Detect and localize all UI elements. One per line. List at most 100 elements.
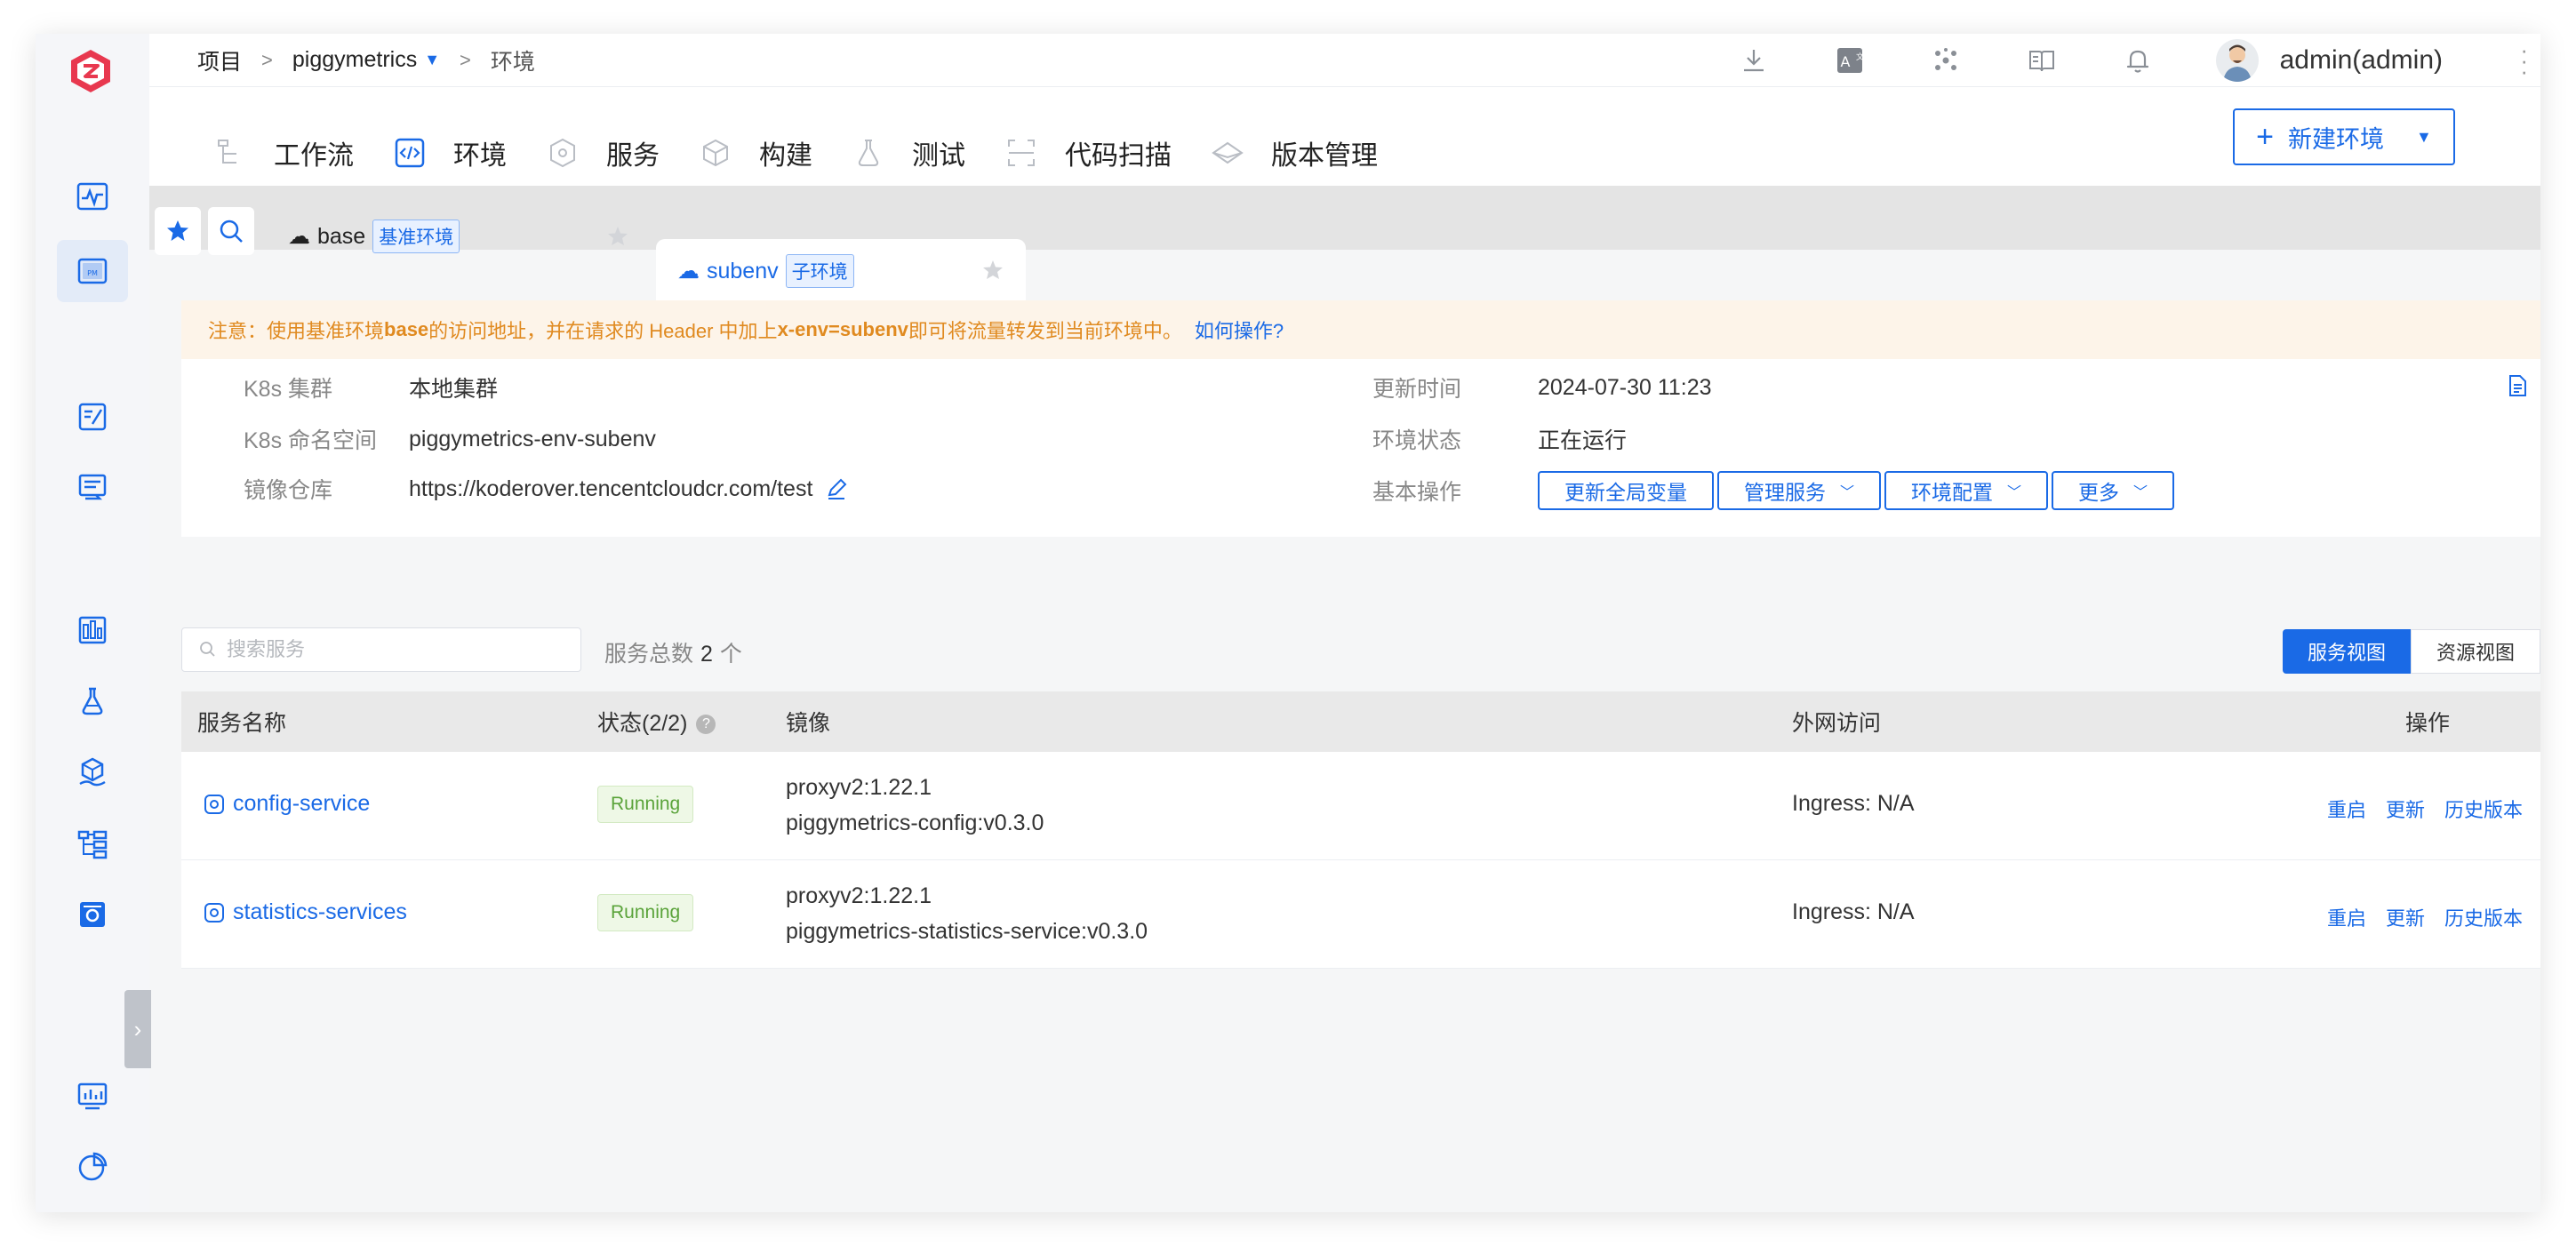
tab-label: 版本管理 xyxy=(1271,141,1378,171)
more-button[interactable]: 更多 ﹀ xyxy=(2052,471,2175,510)
avatar[interactable] xyxy=(2215,39,2259,82)
plugins-button[interactable] xyxy=(1928,43,1964,78)
plan-icon xyxy=(78,474,107,500)
image-cell: proxyv2:1.22.1 piggymetrics-config:v0.3.… xyxy=(786,770,1044,841)
scan-icon xyxy=(1008,140,1035,166)
service-name-link[interactable]: statistics-services xyxy=(203,899,407,925)
restart-link[interactable]: 重启 xyxy=(2327,795,2366,823)
more-vertical-icon[interactable]: · · · xyxy=(2520,38,2528,83)
env-config-button[interactable]: 环境配置 ﹀ xyxy=(1884,471,2049,510)
service-count: 服务总数 2 个 xyxy=(604,636,742,668)
history-link[interactable]: 历史版本 xyxy=(2444,795,2523,823)
service-search-input[interactable] xyxy=(227,638,564,661)
tree-icon xyxy=(77,830,108,859)
how-to-link[interactable]: 如何操作? xyxy=(1195,315,1284,344)
image-line: proxyv2:1.22.1 xyxy=(786,883,932,908)
service-count-number: 2 xyxy=(700,642,713,667)
help-icon[interactable]: ? xyxy=(696,715,716,735)
username[interactable]: admin(admin) xyxy=(2280,45,2443,76)
service-icon xyxy=(204,794,224,814)
breadcrumb-project[interactable]: 项目 xyxy=(197,44,242,76)
history-link[interactable]: 历史版本 xyxy=(2444,903,2523,931)
env-search-button[interactable] xyxy=(208,207,254,255)
notification-button[interactable] xyxy=(2120,43,2156,78)
sidebar-expand-handle[interactable]: › xyxy=(124,990,151,1068)
settings-box-icon xyxy=(80,902,105,927)
build-icon xyxy=(703,139,728,167)
update-global-vars-button[interactable]: 更新全局变量 xyxy=(1538,471,1714,510)
service-name-link[interactable]: config-service xyxy=(203,791,370,817)
image-line: piggymetrics-config:v0.3.0 xyxy=(786,811,1044,835)
language-button[interactable]: A文 xyxy=(1832,43,1868,78)
svg-text:A: A xyxy=(1840,53,1850,70)
notice-suffix: 即可将流量转发到当前环境中。 xyxy=(908,320,1182,342)
restart-link[interactable]: 重启 xyxy=(2327,903,2366,931)
traffic-notice: 注意：使用基准环境 base 的访问地址，并在请求的 Header 中加上 x-… xyxy=(181,300,2540,359)
tab-label: 服务 xyxy=(606,141,660,171)
service-view-button[interactable]: 服务视图 xyxy=(2282,629,2411,674)
new-environment-button[interactable]: + 新建环境 ▼ xyxy=(2233,108,2455,165)
manage-services-button[interactable]: 管理服务 ﹀ xyxy=(1717,471,1882,510)
breadcrumb-current: 环境 xyxy=(490,49,535,75)
sidebar-item-delivery[interactable] xyxy=(57,741,128,803)
op-label: 管理服务 xyxy=(1744,481,1826,504)
header-status: 状态(2/2)? xyxy=(597,706,716,738)
star-icon[interactable] xyxy=(981,259,1004,282)
sidebar-item-resources[interactable] xyxy=(57,812,128,875)
env-tab-base[interactable]: ☁ base 基准环境 xyxy=(267,205,651,268)
star-filled-icon xyxy=(167,220,188,241)
info-label: 更新时间 xyxy=(1372,377,1462,402)
sidebar-item-artifacts[interactable] xyxy=(57,599,128,661)
grid-list-icon xyxy=(78,616,107,644)
update-link[interactable]: 更新 xyxy=(2386,903,2425,931)
info-registry: 镜像仓库 https://koderover.tencentcloudcr.co… xyxy=(244,469,848,508)
sidebar-item-projects[interactable]: PM xyxy=(57,240,128,302)
docs-button[interactable] xyxy=(2024,43,2060,78)
bell-icon xyxy=(2126,50,2148,73)
header-image: 镜像 xyxy=(786,711,831,736)
sidebar-item-statistics[interactable] xyxy=(57,1136,128,1198)
plus-icon: + xyxy=(2256,119,2275,154)
environment-tab-strip: ☁ base 基准环境 ☁ subenv 子环境 xyxy=(149,186,2540,303)
chevron-down-icon: ﹀ xyxy=(1840,485,1855,500)
search-icon xyxy=(220,220,243,243)
info-label: K8s 集群 xyxy=(244,377,333,402)
app-logo-icon[interactable] xyxy=(62,43,119,100)
header-name: 服务名称 xyxy=(197,711,287,736)
breadcrumb-separator: > xyxy=(460,48,471,71)
sidebar-item-testing[interactable] xyxy=(57,670,128,732)
sidebar-item-dashboard[interactable] xyxy=(57,1065,128,1127)
op-label: 更新全局变量 xyxy=(1564,481,1687,504)
caret-down-icon[interactable]: ▼ xyxy=(424,51,440,69)
sidebar-item-plan[interactable] xyxy=(57,457,128,519)
tab-label: 工作流 xyxy=(274,141,354,171)
download-button[interactable] xyxy=(1736,43,1772,78)
resource-view-button[interactable]: 资源视图 xyxy=(2410,629,2540,674)
status-cell: Running xyxy=(597,786,694,823)
breadcrumb-separator: > xyxy=(261,48,273,71)
env-tab-badge: 子环境 xyxy=(785,254,854,288)
document-icon[interactable] xyxy=(2505,373,2530,398)
service-icon xyxy=(204,902,224,923)
sidebar-item-settings[interactable] xyxy=(57,883,128,946)
env-tab-badge: 基准环境 xyxy=(372,220,460,253)
app-window: PM › 项目 > piggymetrics ▼ > 环境 A 文 admin(… xyxy=(36,34,2540,1212)
search-icon xyxy=(200,642,215,657)
env-tab-subenv[interactable]: ☁ subenv 子环境 xyxy=(656,239,1026,303)
version-icon xyxy=(1212,141,1244,164)
star-icon[interactable] xyxy=(606,225,629,248)
update-link[interactable]: 更新 xyxy=(2386,795,2425,823)
pulse-icon xyxy=(76,182,108,211)
service-search xyxy=(181,627,581,672)
service-toolbar: 服务总数2个 服务视图 资源视图 xyxy=(181,627,2540,674)
notice-header: x-env=subenv xyxy=(777,318,908,340)
sidebar-item-release[interactable] xyxy=(57,386,128,448)
header-ops: 操作 xyxy=(2405,711,2451,736)
favorites-button[interactable] xyxy=(155,207,201,255)
sidebar-item-monitor[interactable] xyxy=(57,165,128,228)
info-value: piggymetrics-env-subenv xyxy=(409,426,656,451)
breadcrumb-project-name[interactable]: piggymetrics xyxy=(292,47,417,73)
book-icon xyxy=(2028,51,2054,72)
edit-icon[interactable] xyxy=(825,477,848,500)
top-bar: 项目 > piggymetrics ▼ > 环境 A文 admin(admin)… xyxy=(149,34,2540,87)
